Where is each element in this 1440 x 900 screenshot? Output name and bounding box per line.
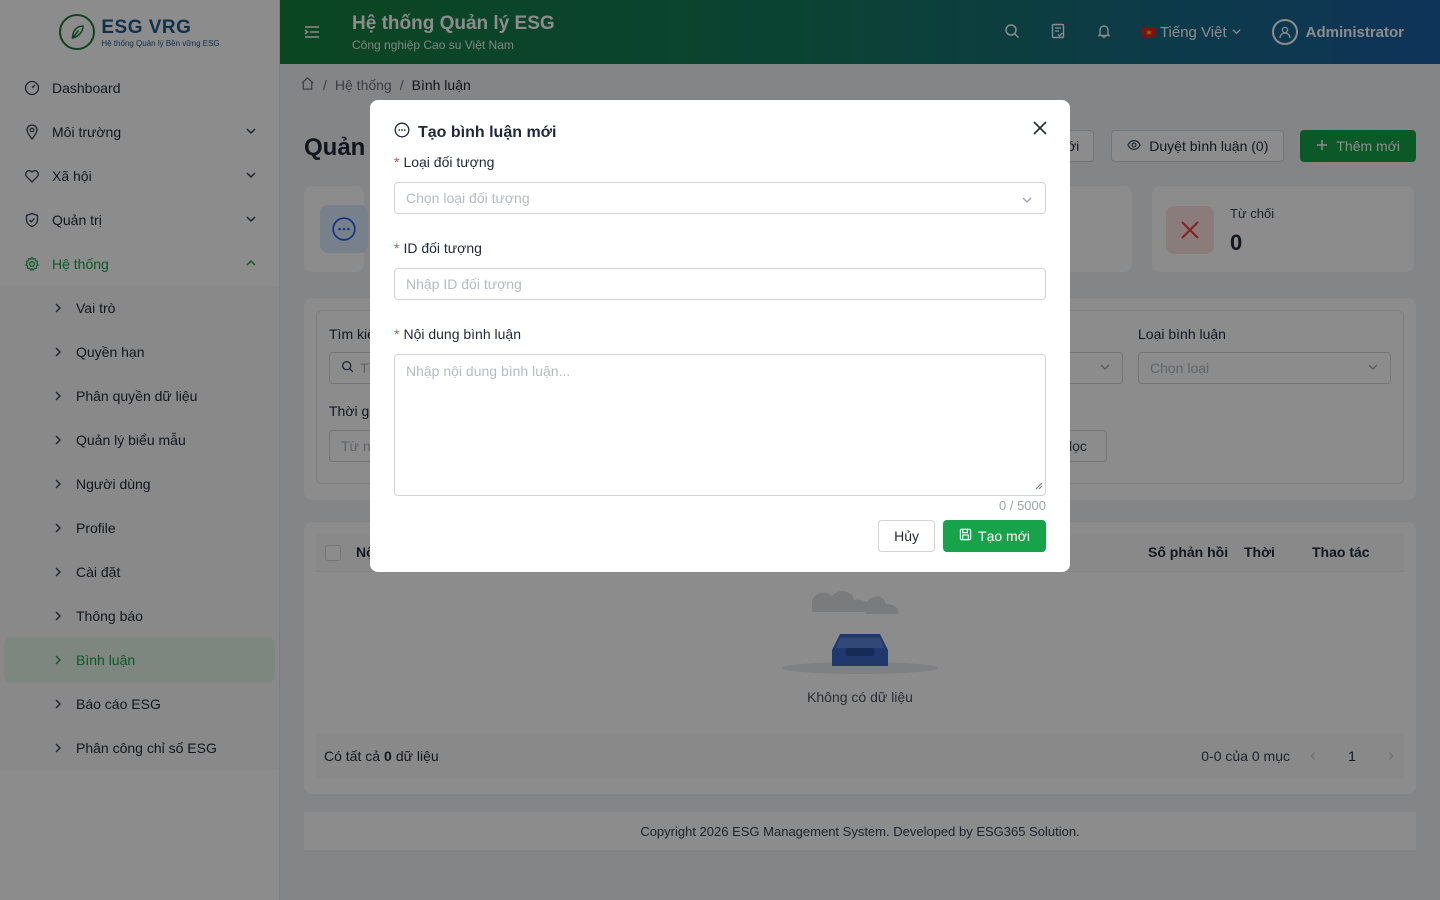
save-icon bbox=[959, 528, 972, 544]
content-textarea[interactable]: Nhập nội dung bình luận... bbox=[394, 354, 1046, 496]
object-type-placeholder: Chọn loại đối tượng bbox=[406, 190, 530, 206]
object-id-placeholder: Nhập ID đối tượng bbox=[406, 276, 522, 292]
comment-icon bbox=[394, 122, 410, 143]
chevron-down-icon bbox=[1021, 193, 1033, 209]
object-id-input[interactable]: Nhập ID đối tượng bbox=[394, 268, 1046, 300]
object-type-select[interactable]: Chọn loại đối tượng bbox=[394, 182, 1046, 214]
close-icon[interactable] bbox=[1030, 118, 1050, 138]
content-label: * Nội dung bình luận bbox=[394, 326, 521, 342]
object-id-label: * ID đối tượng bbox=[394, 240, 482, 256]
resize-handle-icon[interactable] bbox=[1035, 477, 1043, 493]
create-button[interactable]: Tạo mới bbox=[943, 520, 1046, 552]
modal-title: Tạo bình luận mới bbox=[418, 123, 557, 141]
char-counter: 0 / 5000 bbox=[999, 498, 1046, 513]
content-placeholder: Nhập nội dung bình luận... bbox=[406, 363, 571, 379]
create-comment-modal: Tạo bình luận mới * Loại đối tượng Chọn l… bbox=[370, 100, 1070, 572]
object-type-label: * Loại đối tượng bbox=[394, 154, 495, 170]
cancel-button[interactable]: Hủy bbox=[878, 520, 936, 552]
